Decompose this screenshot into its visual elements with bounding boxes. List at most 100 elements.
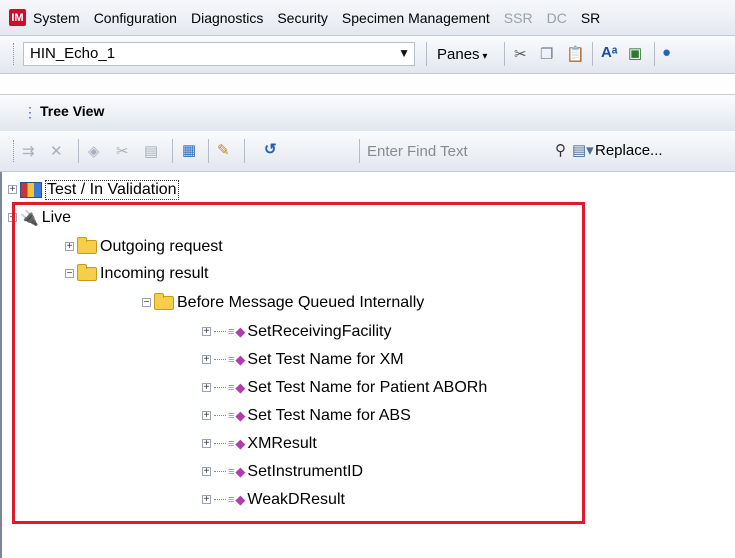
menu-diagnostics[interactable]: Diagnostics <box>191 10 263 26</box>
tree-view-header: ⋮ Tree View <box>0 94 735 132</box>
paste-node-icon[interactable]: ▤ <box>144 142 158 160</box>
rule-lines-icon: ≡ <box>228 493 235 506</box>
menu-security[interactable]: Security <box>277 10 328 26</box>
tree-node-label: Set Test Name for ABS <box>247 406 411 424</box>
app-logo-icon: IM <box>9 9 26 26</box>
delete-node-icon[interactable]: ✕ <box>50 142 63 160</box>
cut-icon[interactable]: ✂ <box>514 45 527 63</box>
tree-connector <box>214 359 226 360</box>
rule-lines-icon: ≡ <box>228 325 235 338</box>
menu-system[interactable]: System <box>33 10 80 26</box>
menu-sr[interactable]: SR <box>581 10 600 26</box>
tree-view-title: Tree View <box>40 103 105 119</box>
expand-icon[interactable]: + <box>8 185 17 195</box>
tree-node-label: Set Test Name for XM <box>247 350 404 368</box>
tree-node-rule[interactable]: + ≡ ◆ SetInstrumentID <box>202 459 363 484</box>
image-icon[interactable]: ▣ <box>628 44 642 62</box>
collapse-icon[interactable]: − <box>8 213 17 223</box>
folder-icon <box>77 236 97 254</box>
toolbar-separator <box>244 139 245 163</box>
tree-node-rule[interactable]: + ≡ ◆ WeakDResult <box>202 487 345 512</box>
rule-diamond-icon: ◆ <box>235 323 246 339</box>
rule-diamond-icon: ◆ <box>235 463 246 479</box>
toolbar-separator <box>654 42 655 66</box>
menu-dc[interactable]: DC <box>547 10 567 26</box>
folder-icon <box>77 263 97 281</box>
tree-node-label: WeakDResult <box>247 490 345 508</box>
rule-diamond-icon: ◆ <box>235 351 246 367</box>
tree-node-live[interactable]: − 🔌 Live <box>8 205 71 230</box>
collapse-icon[interactable]: − <box>142 298 151 308</box>
toolbar-grip[interactable] <box>13 43 16 65</box>
expand-icon[interactable]: + <box>202 383 211 393</box>
tree-node-rule[interactable]: + ≡ ◆ XMResult <box>202 431 317 456</box>
options-icon[interactable]: ▤▾ <box>572 141 594 159</box>
collapse-icon[interactable]: − <box>65 269 74 279</box>
tree-node-label: SetInstrumentID <box>247 462 364 480</box>
panes-label: Panes <box>437 46 480 63</box>
panes-dropdown[interactable]: Panes ▾ <box>437 46 487 63</box>
menu-bar: IM System Configuration Diagnostics Secu… <box>0 0 735 36</box>
test-validation-icon <box>20 181 42 198</box>
tree-node-rule[interactable]: + ≡ ◆ Set Test Name for Patient ABORh <box>202 375 487 400</box>
tree-node-rule[interactable]: + ≡ ◆ SetReceivingFacility <box>202 319 391 344</box>
expand-icon[interactable]: + <box>202 355 211 365</box>
expand-icon[interactable]: + <box>65 242 74 252</box>
save-icon[interactable]: ▦ <box>182 141 196 159</box>
find-text-input[interactable] <box>365 138 537 164</box>
tree-connector <box>214 443 226 444</box>
rule-lines-icon: ≡ <box>228 409 235 422</box>
menu-specimen-management[interactable]: Specimen Management <box>342 10 490 26</box>
toolbar-separator <box>208 139 209 163</box>
paste-icon[interactable]: 📋 <box>566 45 585 63</box>
toolbar-separator <box>172 139 173 163</box>
tree-connector <box>214 499 226 500</box>
main-toolbar: HIN_Echo_1 ▼ Panes ▾ ✂ ❐ 📋 Aᵃ ▣ ● <box>0 36 735 74</box>
tree-node-before-message-queued[interactable]: − Before Message Queued Internally <box>142 290 424 315</box>
expand-icon[interactable]: + <box>202 411 211 421</box>
replace-button[interactable]: Replace... <box>595 142 663 159</box>
folder-icon <box>154 292 174 310</box>
tree-node-label: XMResult <box>247 434 317 452</box>
toolbar-separator <box>359 139 360 163</box>
move-icon[interactable]: ◈ <box>88 142 100 160</box>
expand-icon[interactable]: + <box>202 439 211 449</box>
font-icon[interactable]: Aᵃ <box>601 44 618 61</box>
rule-lines-icon: ≡ <box>228 465 235 478</box>
toolbar-grip[interactable] <box>13 140 16 162</box>
add-node-icon[interactable]: ⇉ <box>22 142 35 160</box>
help-icon[interactable]: ● <box>662 44 671 61</box>
tree-node-rule[interactable]: + ≡ ◆ Set Test Name for ABS <box>202 403 411 428</box>
tree-node-label: Before Message Queued Internally <box>177 293 425 311</box>
tree-node-label: Incoming result <box>100 264 209 282</box>
tree-panel: + Test / In Validation − 🔌 Live + Outgoi… <box>0 172 735 558</box>
tree-node-label: Set Test Name for Patient ABORh <box>247 378 488 396</box>
expand-icon[interactable]: + <box>202 327 211 337</box>
toolbar-separator <box>426 42 427 66</box>
rule-lines-icon: ≡ <box>228 381 235 394</box>
menu-configuration[interactable]: Configuration <box>94 10 177 26</box>
tree-connector <box>214 471 226 472</box>
expand-icon[interactable]: + <box>202 467 211 477</box>
tree-node-test-in-validation[interactable]: + Test / In Validation <box>8 177 179 202</box>
tree-node-outgoing-request[interactable]: + Outgoing request <box>65 234 223 259</box>
tree-connector <box>214 387 226 388</box>
interface-selector-value: HIN_Echo_1 <box>30 45 116 62</box>
tree-node-label: Outgoing request <box>100 237 223 255</box>
edit-icon[interactable]: ✎ <box>217 141 230 159</box>
chevron-down-icon[interactable]: ▼ <box>398 46 410 60</box>
expand-icon[interactable]: + <box>202 495 211 505</box>
rule-diamond-icon: ◆ <box>235 435 246 451</box>
binoculars-icon[interactable]: ⚲ <box>555 141 566 159</box>
copy-icon[interactable]: ❐ <box>540 45 553 63</box>
toolbar-separator <box>78 139 79 163</box>
interface-selector[interactable]: HIN_Echo_1 ▼ <box>23 42 415 66</box>
tree-node-label: Live <box>41 208 72 226</box>
refresh-icon[interactable]: ↺ <box>264 140 277 158</box>
menu-ssr[interactable]: SSR <box>504 10 533 26</box>
rule-lines-icon: ≡ <box>228 437 235 450</box>
tree-node-incoming-result[interactable]: − Incoming result <box>65 261 209 286</box>
tree-node-rule[interactable]: + ≡ ◆ Set Test Name for XM <box>202 347 404 372</box>
cut-node-icon[interactable]: ✂ <box>116 142 129 160</box>
live-plug-icon: 🔌 <box>20 209 39 227</box>
